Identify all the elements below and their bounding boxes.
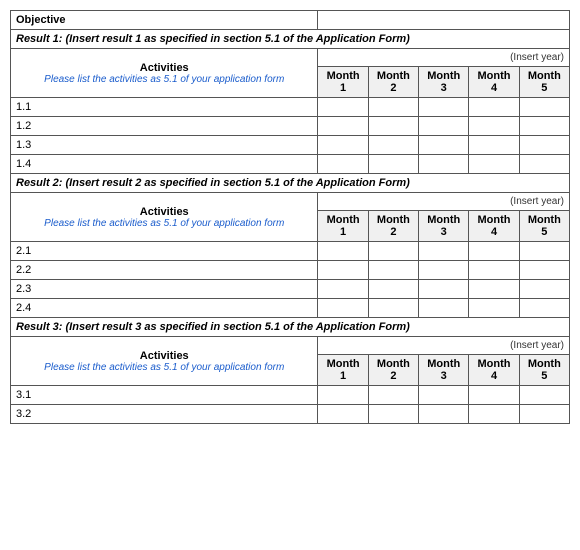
result1-header: Result 1: (Insert result 1 as specified … — [11, 30, 570, 49]
activities-note-3: Please list the activities as 5.1 of you… — [16, 362, 312, 373]
row-3-1: 3.1 — [11, 386, 318, 405]
activities-label-3: Activities — [16, 350, 312, 362]
row-2-4: 2.4 — [11, 299, 318, 318]
activities-note-1: Please list the activities as 5.1 of you… — [16, 74, 312, 85]
row-1-1: 1.1 — [11, 98, 318, 117]
month-5-header-2: Month5 — [519, 211, 569, 242]
month-2-header-2: Month2 — [368, 211, 418, 242]
activities-label-1: Activities — [16, 62, 312, 74]
result2-header: Result 2: (Insert result 2 as specified … — [11, 174, 570, 193]
insert-year-2: (Insert year) — [318, 193, 570, 211]
month-2-header: Month2 — [368, 67, 418, 98]
row-1-2: 1.2 — [11, 117, 318, 136]
month-1-header-2: Month1 — [318, 211, 368, 242]
main-table: Objective Result 1: (Insert result 1 as … — [10, 10, 570, 424]
row-2-1: 2.1 — [11, 242, 318, 261]
month-5-header-3: Month5 — [519, 355, 569, 386]
activities-note-2: Please list the activities as 5.1 of you… — [16, 218, 312, 229]
row-3-2: 3.2 — [11, 405, 318, 424]
activities-label-2: Activities — [16, 206, 312, 218]
insert-year-3: (Insert year) — [318, 337, 570, 355]
month-4-header: Month4 — [469, 67, 519, 98]
insert-year-1: (Insert year) — [318, 49, 570, 67]
month-3-header: Month3 — [419, 67, 469, 98]
month-1-header-3: Month1 — [318, 355, 368, 386]
row-2-3: 2.3 — [11, 280, 318, 299]
month-5-header: Month5 — [519, 67, 569, 98]
row-2-2: 2.2 — [11, 261, 318, 280]
objective-label: Objective — [11, 11, 318, 30]
month-3-header-2: Month3 — [419, 211, 469, 242]
month-2-header-3: Month2 — [368, 355, 418, 386]
row-1-3: 1.3 — [11, 136, 318, 155]
result3-header: Result 3: (Insert result 3 as specified … — [11, 318, 570, 337]
month-1-header: Month1 — [318, 67, 368, 98]
month-3-header-3: Month3 — [419, 355, 469, 386]
month-4-header-2: Month4 — [469, 211, 519, 242]
row-1-4: 1.4 — [11, 155, 318, 174]
month-4-header-3: Month4 — [469, 355, 519, 386]
